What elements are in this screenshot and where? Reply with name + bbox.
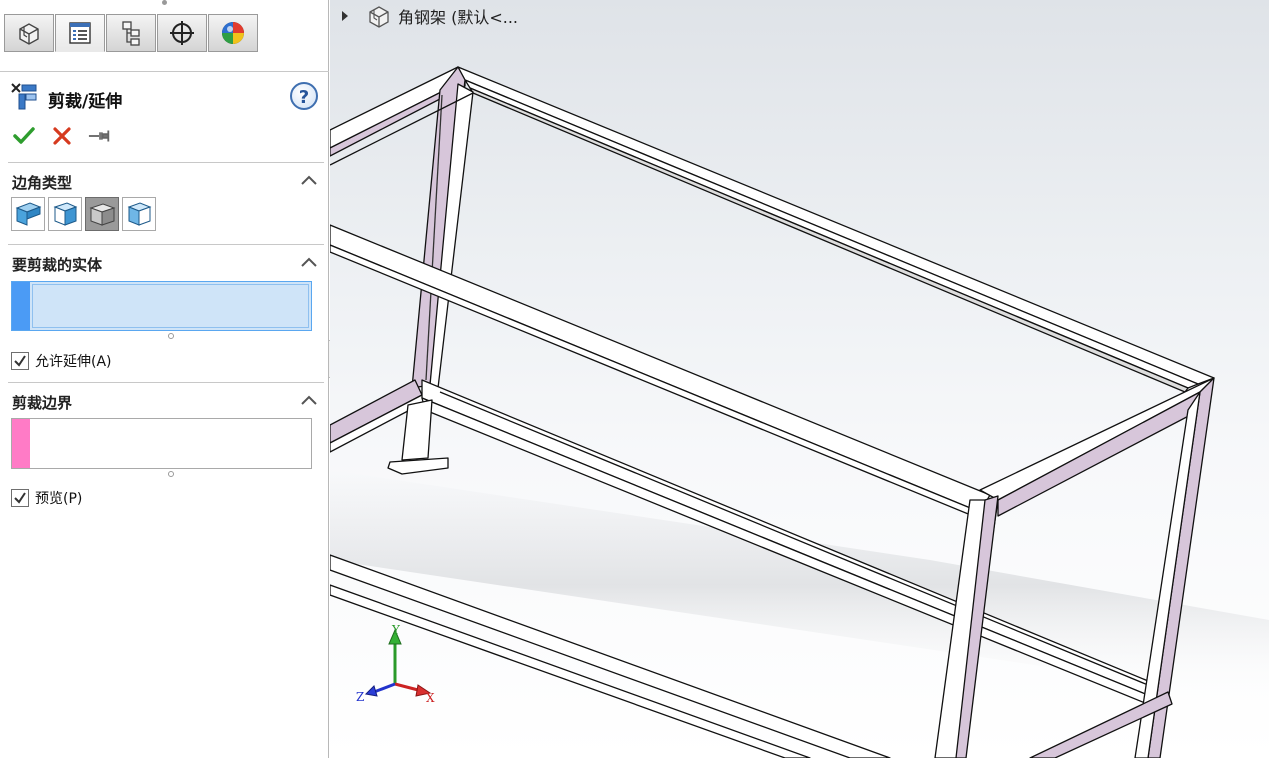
pushpin-button[interactable]	[88, 124, 112, 148]
preview-row: 预览(P)	[11, 488, 82, 508]
corner-type-end-butt2-button[interactable]	[122, 197, 156, 231]
panel-splitter-dot[interactable]	[162, 0, 167, 5]
angle-frame-model[interactable]	[330, 0, 1269, 758]
list-resize-handle[interactable]	[168, 333, 174, 339]
section-divider	[8, 382, 324, 383]
help-button[interactable]: ?	[290, 82, 318, 110]
tab-configuration-manager[interactable]	[106, 14, 156, 52]
reference-triad[interactable]: Y X Z	[352, 622, 442, 712]
cancel-icon	[53, 127, 71, 145]
trim-boundary-title: 剪裁边界	[12, 394, 73, 412]
ok-icon	[13, 127, 35, 144]
checkmark-icon	[14, 492, 26, 504]
selection-list	[32, 284, 309, 328]
end-butt1-icon	[89, 203, 116, 226]
selection-color-stripe	[12, 282, 30, 330]
end-butt2-icon	[127, 202, 152, 226]
corner-type-buttons	[11, 197, 156, 231]
preview-checkbox[interactable]	[11, 489, 29, 507]
page-title: 剪裁/延伸	[48, 92, 123, 112]
property-manager-panel: 剪裁/延伸 ? 边角类型 要剪裁的实体 允许延伸(A) 剪裁边界 预览(P)	[0, 0, 329, 758]
expand-arrow-icon[interactable]	[342, 11, 348, 21]
configuration-manager-icon	[122, 21, 140, 46]
corner-type-end-butt1-button[interactable]	[85, 197, 119, 231]
x-axis-label: X	[426, 691, 435, 705]
graphics-area[interactable]: 角钢架 (默认<... Y X Z	[330, 0, 1269, 758]
cancel-button[interactable]	[50, 124, 74, 148]
corner-type-end-trim-button[interactable]	[11, 197, 45, 231]
tree-item-label: 角钢架 (默认<...	[398, 8, 518, 27]
corner-type-end-miter-button[interactable]	[48, 197, 82, 231]
end-trim-icon	[15, 202, 42, 226]
section-divider	[8, 244, 324, 245]
z-axis-label: Z	[356, 690, 364, 704]
trim-boundary-selection-box[interactable]	[11, 418, 312, 469]
tab-divider	[0, 71, 329, 72]
feature-title-row: 剪裁/延伸 ?	[10, 82, 322, 114]
y-axis-label: Y	[391, 623, 401, 637]
allow-extension-label: 允许延伸(A)	[35, 354, 112, 370]
action-buttons	[12, 124, 112, 148]
chevron-up-icon[interactable]	[300, 256, 318, 268]
tab-display-manager[interactable]	[208, 14, 258, 52]
feature-manager-icon	[19, 23, 39, 45]
allow-extension-row: 允许延伸(A)	[11, 351, 112, 371]
bodies-to-trim-title: 要剪裁的实体	[12, 256, 103, 274]
list-resize-handle[interactable]	[168, 471, 174, 477]
property-manager-icon	[69, 22, 91, 44]
preview-label: 预览(P)	[35, 491, 83, 507]
feature-tree-flyout[interactable]: 角钢架 (默认<...	[342, 4, 518, 28]
tab-feature-manager[interactable]	[4, 14, 54, 52]
tab-dimxpert-manager[interactable]	[157, 14, 207, 52]
chevron-up-icon[interactable]	[300, 174, 318, 186]
corner-type-title: 边角类型	[12, 174, 73, 192]
display-manager-icon	[222, 22, 244, 44]
checkmark-icon	[14, 355, 26, 367]
allow-extension-checkbox[interactable]	[11, 352, 29, 370]
selection-color-stripe	[12, 419, 30, 468]
chevron-up-icon[interactable]	[300, 394, 318, 406]
section-divider	[8, 162, 324, 163]
pushpin-icon	[88, 130, 110, 142]
bodies-to-trim-selection-box[interactable]	[11, 281, 312, 331]
dimxpert-manager-icon	[170, 21, 194, 45]
part-icon	[369, 6, 389, 28]
ok-button[interactable]	[12, 124, 36, 148]
tab-property-manager[interactable]	[55, 14, 105, 52]
trim-extend-icon	[11, 83, 37, 110]
manager-tabs	[4, 14, 259, 54]
end-miter-icon	[53, 202, 78, 226]
